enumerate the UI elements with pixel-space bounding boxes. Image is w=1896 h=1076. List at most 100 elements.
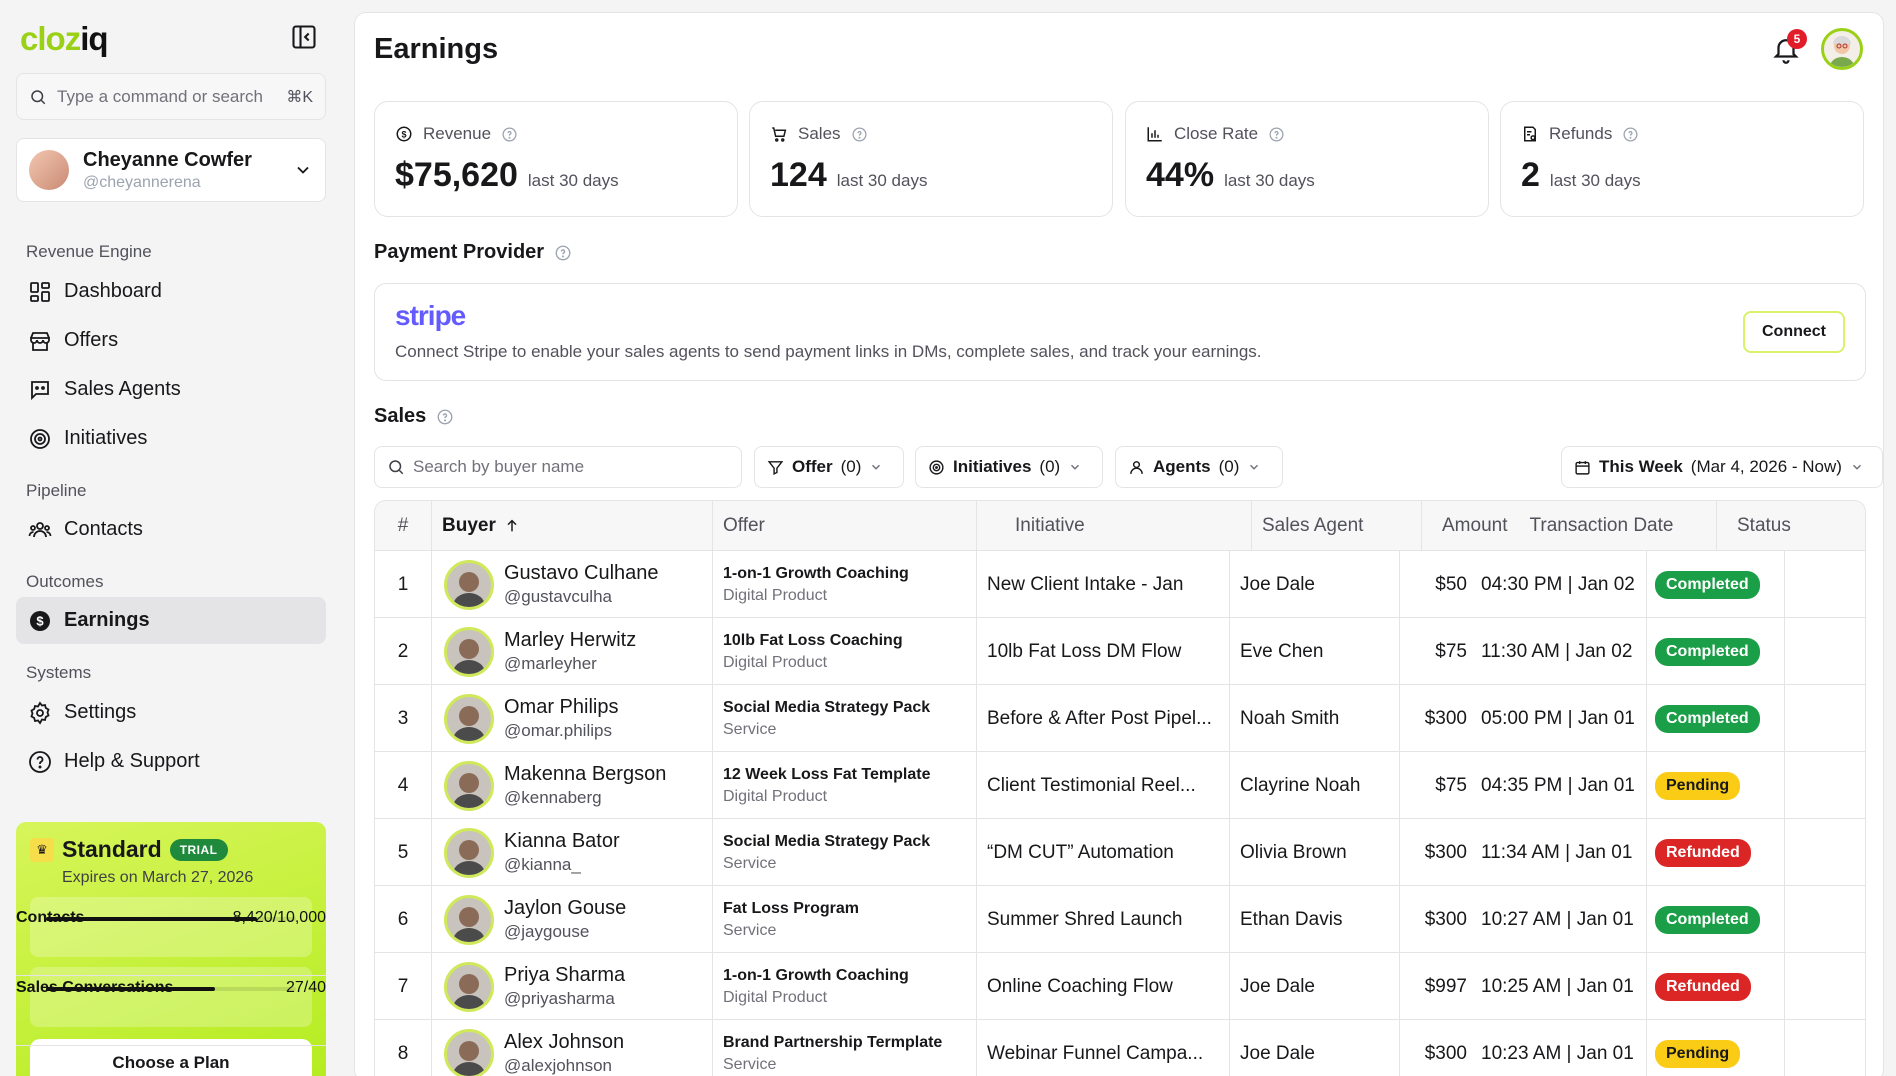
command-search[interactable]: Type a command or search ⌘K bbox=[16, 73, 326, 120]
col-offer[interactable]: Offer bbox=[713, 501, 977, 551]
buyer-name: Alex Johnson bbox=[504, 1031, 625, 1053]
amount-cell: $75 bbox=[1435, 640, 1467, 662]
buyer-cell[interactable]: Makenna Bergson @kennaberg bbox=[432, 752, 713, 819]
buyer-cell[interactable]: Omar Philips @omar.philips bbox=[432, 685, 713, 752]
buyer-cell[interactable]: Priya Sharma @priyasharma bbox=[432, 953, 713, 1020]
buyer-cell[interactable]: Alex Johnson @alexjohnson bbox=[432, 1020, 713, 1076]
store-icon bbox=[28, 329, 52, 353]
table-row[interactable]: 7 Priya Sharma @priyasharma 1-on-1 Growth C… bbox=[375, 953, 1865, 1020]
buyer-handle: @priyasharma bbox=[504, 989, 615, 1008]
row-number: 5 bbox=[375, 819, 432, 886]
col-initiative[interactable]: Initiative bbox=[977, 501, 1252, 551]
conversations-meter-fill bbox=[46, 987, 215, 991]
info-icon[interactable] bbox=[1622, 126, 1639, 143]
table-row[interactable]: 1 Gustavo Culhane @gustavculha 1-on-1 Growt… bbox=[375, 551, 1865, 618]
date-filter-range: (Mar 4, 2026 - Now) bbox=[1690, 457, 1842, 476]
buyer-cell[interactable]: Jaylon Gouse @jaygouse bbox=[432, 886, 713, 953]
nav-contacts[interactable]: Contacts bbox=[16, 506, 326, 553]
col-agent[interactable]: Sales Agent bbox=[1252, 501, 1422, 551]
info-icon[interactable] bbox=[851, 126, 868, 143]
buyer-name: Kianna Bator bbox=[504, 830, 620, 852]
buyer-handle: @gustavculha bbox=[504, 587, 612, 606]
search-icon bbox=[29, 88, 47, 106]
buyer-handle: @kennaberg bbox=[504, 788, 602, 807]
offer-name: 12 Week Loss Fat Template bbox=[723, 765, 931, 783]
offer-name: 10lb Fat Loss Coaching bbox=[723, 631, 903, 649]
initiatives-filter[interactable]: Initiatives (0) bbox=[915, 446, 1103, 488]
profile-name: Cheyanne Cowfer bbox=[83, 148, 252, 171]
offer-type: Digital Product bbox=[723, 787, 828, 805]
row-number: 8 bbox=[375, 1020, 432, 1076]
sidebar-collapse-icon[interactable] bbox=[290, 23, 318, 51]
nav-sales-agents[interactable]: Sales Agents bbox=[16, 366, 326, 413]
dashboard-icon bbox=[28, 280, 52, 304]
nav-dashboard[interactable]: Dashboard bbox=[16, 268, 326, 315]
info-icon[interactable] bbox=[501, 126, 518, 143]
info-icon[interactable] bbox=[1268, 126, 1285, 143]
section-revenue-engine: Revenue Engine bbox=[26, 242, 152, 261]
status-cell: Completed bbox=[1647, 886, 1785, 953]
chevron-down-icon bbox=[1247, 460, 1261, 474]
stat-card-refunds: Refunds 2 last 30 days bbox=[1500, 101, 1864, 217]
col-buyer[interactable]: Buyer bbox=[432, 501, 713, 551]
buyer-handle: @omar.philips bbox=[504, 721, 612, 740]
date-cell: 11:34 AM | Jan 01 bbox=[1467, 819, 1647, 886]
table-row[interactable]: 2 Marley Herwitz @marleyher 10lb Fat Loss C… bbox=[375, 618, 1865, 685]
account-switcher[interactable]: Cheyanne Cowfer @cheyannerena bbox=[16, 138, 326, 202]
info-icon[interactable] bbox=[554, 244, 572, 262]
buyer-cell[interactable]: Kianna Bator @kianna_ bbox=[432, 819, 713, 886]
dollar-circle-icon: $ bbox=[28, 609, 52, 633]
col-amount[interactable]: Amount bbox=[1442, 515, 1507, 537]
amount-cell: $300 bbox=[1424, 1042, 1467, 1064]
date-range-filter[interactable]: This Week (Mar 4, 2026 - Now) bbox=[1561, 446, 1883, 488]
notifications-button[interactable]: 5 bbox=[1771, 29, 1807, 69]
buyer-cell[interactable]: Marley Herwitz @marleyher bbox=[432, 618, 713, 685]
nav-help[interactable]: Help & Support bbox=[16, 738, 326, 785]
date-cell: 10:23 AM | Jan 01 bbox=[1467, 1020, 1647, 1076]
agent-cell: Noah Smith bbox=[1230, 685, 1400, 752]
user-icon bbox=[1128, 459, 1145, 476]
amount-cell: $300 bbox=[1424, 707, 1467, 729]
nav-settings[interactable]: Settings bbox=[16, 689, 326, 736]
section-pipeline: Pipeline bbox=[26, 481, 87, 500]
nav-initiatives-label: Initiatives bbox=[64, 427, 148, 449]
table-row[interactable]: 6 Jaylon Gouse @jaygouse Fat Loss Program Se… bbox=[375, 886, 1865, 953]
table-row[interactable]: 4 Makenna Bergson @kennaberg 12 Week Loss F… bbox=[375, 752, 1865, 819]
info-icon[interactable] bbox=[436, 408, 454, 426]
agents-filter[interactable]: Agents (0) bbox=[1115, 446, 1283, 488]
avatar bbox=[29, 150, 69, 190]
nav-offers[interactable]: Offers bbox=[16, 317, 326, 364]
calendar-icon bbox=[1574, 459, 1591, 476]
svg-text:$: $ bbox=[36, 613, 44, 628]
buyer-avatar bbox=[444, 1028, 494, 1076]
table-row[interactable]: 5 Kianna Bator @kianna_ Social Media Strate… bbox=[375, 819, 1865, 886]
gear-icon bbox=[28, 700, 52, 725]
offer-filter[interactable]: Offer (0) bbox=[754, 446, 904, 488]
col-date[interactable]: Transaction Date bbox=[1529, 515, 1673, 537]
stripe-logo: stripe bbox=[395, 300, 466, 331]
offer-cell: 1-on-1 Growth Coaching Digital Product bbox=[713, 551, 977, 618]
nav-earnings[interactable]: $ Earnings bbox=[16, 597, 326, 644]
user-avatar[interactable] bbox=[1821, 28, 1863, 70]
stat-label: Sales bbox=[798, 124, 841, 143]
buyer-handle: @alexjohnson bbox=[504, 1056, 612, 1075]
stat-period: last 30 days bbox=[1549, 171, 1641, 190]
offer-cell: 10lb Fat Loss Coaching Digital Product bbox=[713, 618, 977, 685]
buyer-search-input[interactable]: Search by buyer name bbox=[374, 446, 742, 488]
offer-name: Social Media Strategy Pack bbox=[723, 698, 931, 716]
table-header: # Buyer Offer Initiative Sales Agent Amo… bbox=[375, 501, 1865, 551]
status-badge: Completed bbox=[1655, 704, 1760, 733]
connect-button[interactable]: Connect bbox=[1743, 311, 1845, 353]
stat-label: Close Rate bbox=[1174, 124, 1259, 143]
initiatives-filter-count: (0) bbox=[1039, 457, 1061, 476]
date-cell: 11:30 AM | Jan 02 bbox=[1467, 618, 1647, 685]
table-row[interactable]: 3 Omar Philips @omar.philips Social Media S… bbox=[375, 685, 1865, 752]
buyer-cell[interactable]: Gustavo Culhane @gustavculha bbox=[432, 551, 713, 618]
nav-initiatives[interactable]: Initiatives bbox=[16, 415, 326, 462]
brand-logo[interactable]: cloziq bbox=[20, 20, 109, 58]
buyer-avatar bbox=[444, 827, 494, 878]
col-status[interactable]: Status bbox=[1717, 501, 1865, 551]
sort-arrow-up-icon bbox=[504, 518, 520, 534]
offer-type: Service bbox=[723, 921, 777, 939]
table-row[interactable]: 8 Alex Johnson @alexjohnson Brand Partnersh… bbox=[375, 1020, 1865, 1076]
